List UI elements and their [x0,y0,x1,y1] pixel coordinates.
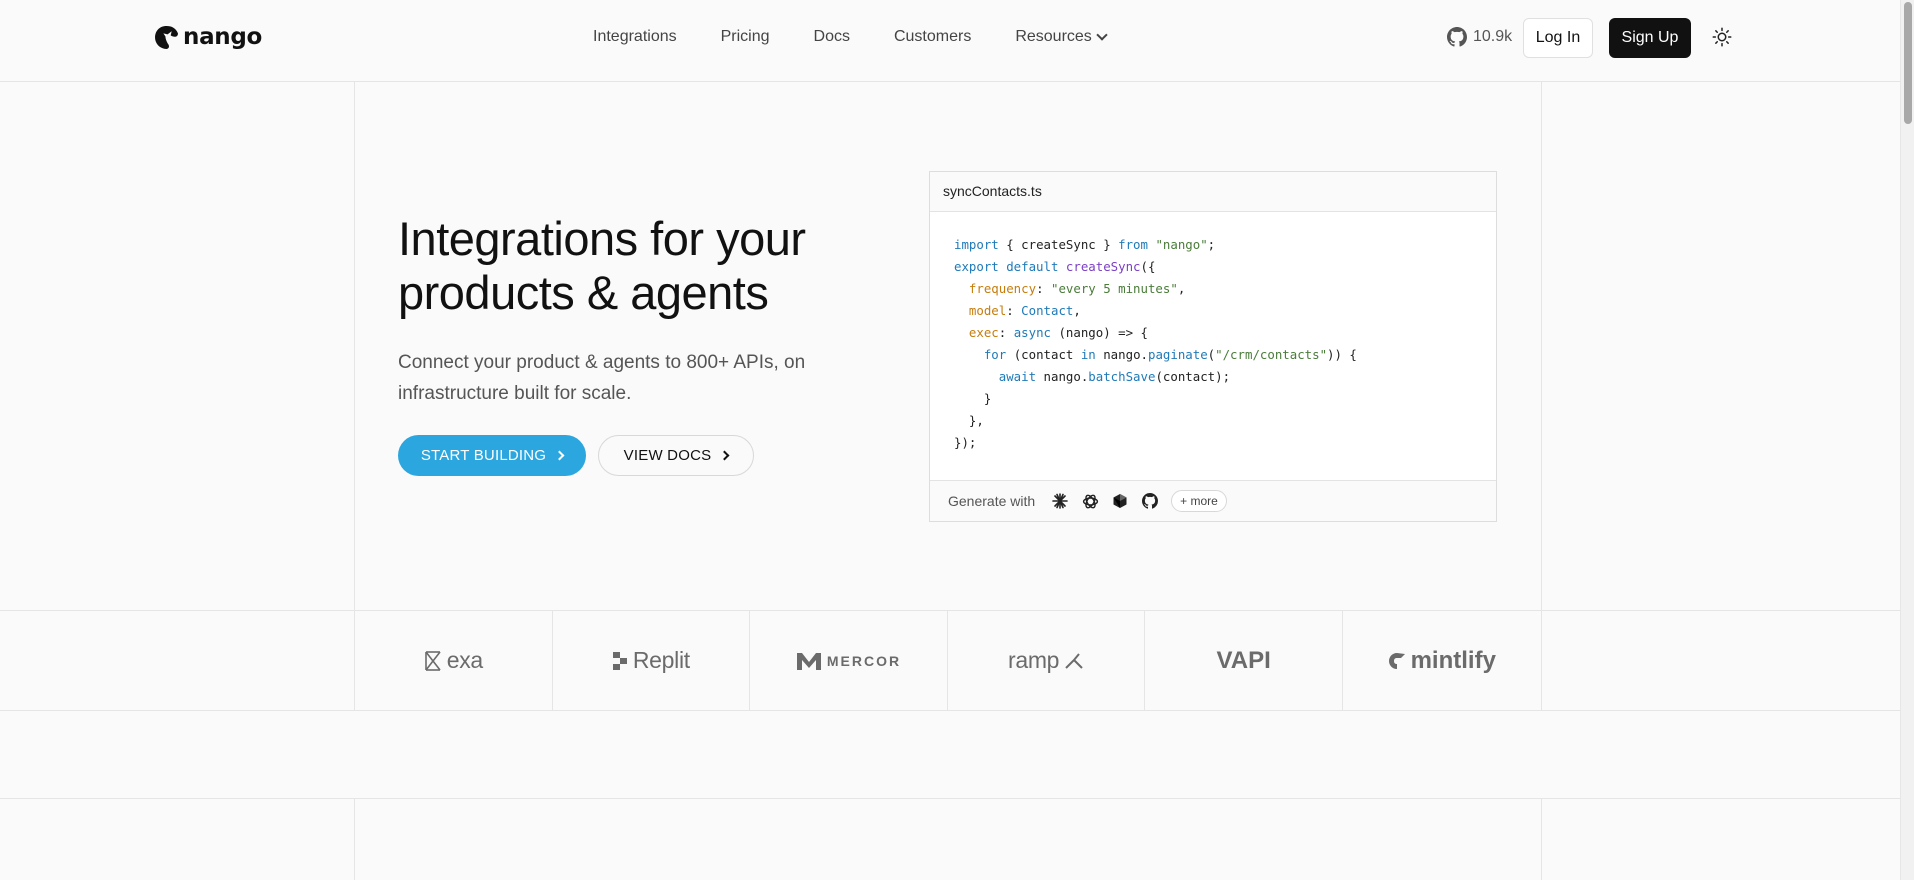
generate-with-bar: Generate with + more [930,480,1496,521]
code-filename: syncContacts.ts [930,172,1496,212]
github-icon [1447,27,1467,47]
logo-vapi-text: VAPI [1216,646,1271,674]
more-tools-button[interactable]: + more [1171,490,1227,512]
nav-pricing[interactable]: Pricing [721,28,770,46]
chevron-right-icon [719,450,730,461]
exa-logo-icon [424,650,441,671]
logo-replit: Replit [553,611,751,710]
logo-exa-text: exa [446,647,483,673]
hero-title: Integrations for your products & agents [398,212,878,320]
logo-mercor: MERCOR [750,611,948,710]
logo-mintlify: mintlify [1343,611,1541,710]
grid-line-left-lower [354,798,355,880]
nav-customers[interactable]: Customers [894,28,971,46]
github-link[interactable]: 10.9k [1447,27,1512,47]
grid-line-section [0,798,1900,799]
start-building-button[interactable]: START BUILDING [398,435,586,476]
site-header: nango Integrations Pricing Docs Customer… [0,0,1900,82]
brand-logo[interactable]: nango [154,24,262,50]
view-docs-label: VIEW DOCS [623,447,712,464]
mercor-logo-icon [796,652,821,670]
replit-logo-icon [612,651,627,670]
github-stars: 10.9k [1473,28,1513,45]
grid-line-right-lower [1541,798,1542,880]
page-scrollbar[interactable] [1900,0,1914,880]
logo-ramp: ramp [948,611,1146,710]
signup-button[interactable]: Sign Up [1609,18,1691,58]
nav-integrations[interactable]: Integrations [593,28,677,46]
code-block[interactable]: import { createSync } from "nango"; expo… [930,212,1496,476]
claude-icon[interactable] [1051,492,1069,510]
code-sample-card: syncContacts.ts import { createSync } fr… [929,171,1497,522]
hero-title-line2: products & agents [398,266,769,319]
nav-resources-label: Resources [1015,28,1092,45]
grid-line-logos-bottom [0,710,1900,711]
chevron-right-icon [554,450,565,461]
grid-line-right [1541,82,1542,710]
logo-ramp-text: ramp [1007,647,1060,673]
hero-title-line1: Integrations for your [398,212,806,265]
cursor-icon[interactable] [1111,492,1129,510]
logo-vapi: VAPI [1145,611,1343,710]
logo-replit-text: Replit [632,647,690,673]
view-docs-button[interactable]: VIEW DOCS [598,435,754,476]
logo-mintlify-text: mintlify [1410,646,1496,674]
customer-logos: exa Replit MERCOR ramp VAPI mintlify [355,611,1541,710]
openai-icon[interactable] [1081,492,1099,510]
nav-resources[interactable]: Resources [1015,28,1108,46]
scrollbar-thumb[interactable] [1904,2,1912,124]
chevron-down-icon [1096,29,1108,41]
logo-mercor-text: MERCOR [826,652,902,669]
nav-docs[interactable]: Docs [814,28,850,46]
nango-logo-icon [155,25,178,49]
generate-with-label: Generate with [948,493,1036,509]
start-building-label: START BUILDING [420,447,547,464]
github-icon[interactable] [1141,492,1159,510]
logo-exa: exa [355,611,553,710]
login-button[interactable]: Log In [1523,18,1593,58]
brand-name: nango [183,24,263,50]
hero-subtitle: Connect your product & agents to 800+ AP… [398,352,806,404]
mintlify-logo-icon [1388,652,1405,669]
sun-icon[interactable] [1712,27,1732,47]
ramp-logo-icon [1065,652,1083,669]
main-nav: Integrations Pricing Docs Customers Reso… [593,28,1150,46]
